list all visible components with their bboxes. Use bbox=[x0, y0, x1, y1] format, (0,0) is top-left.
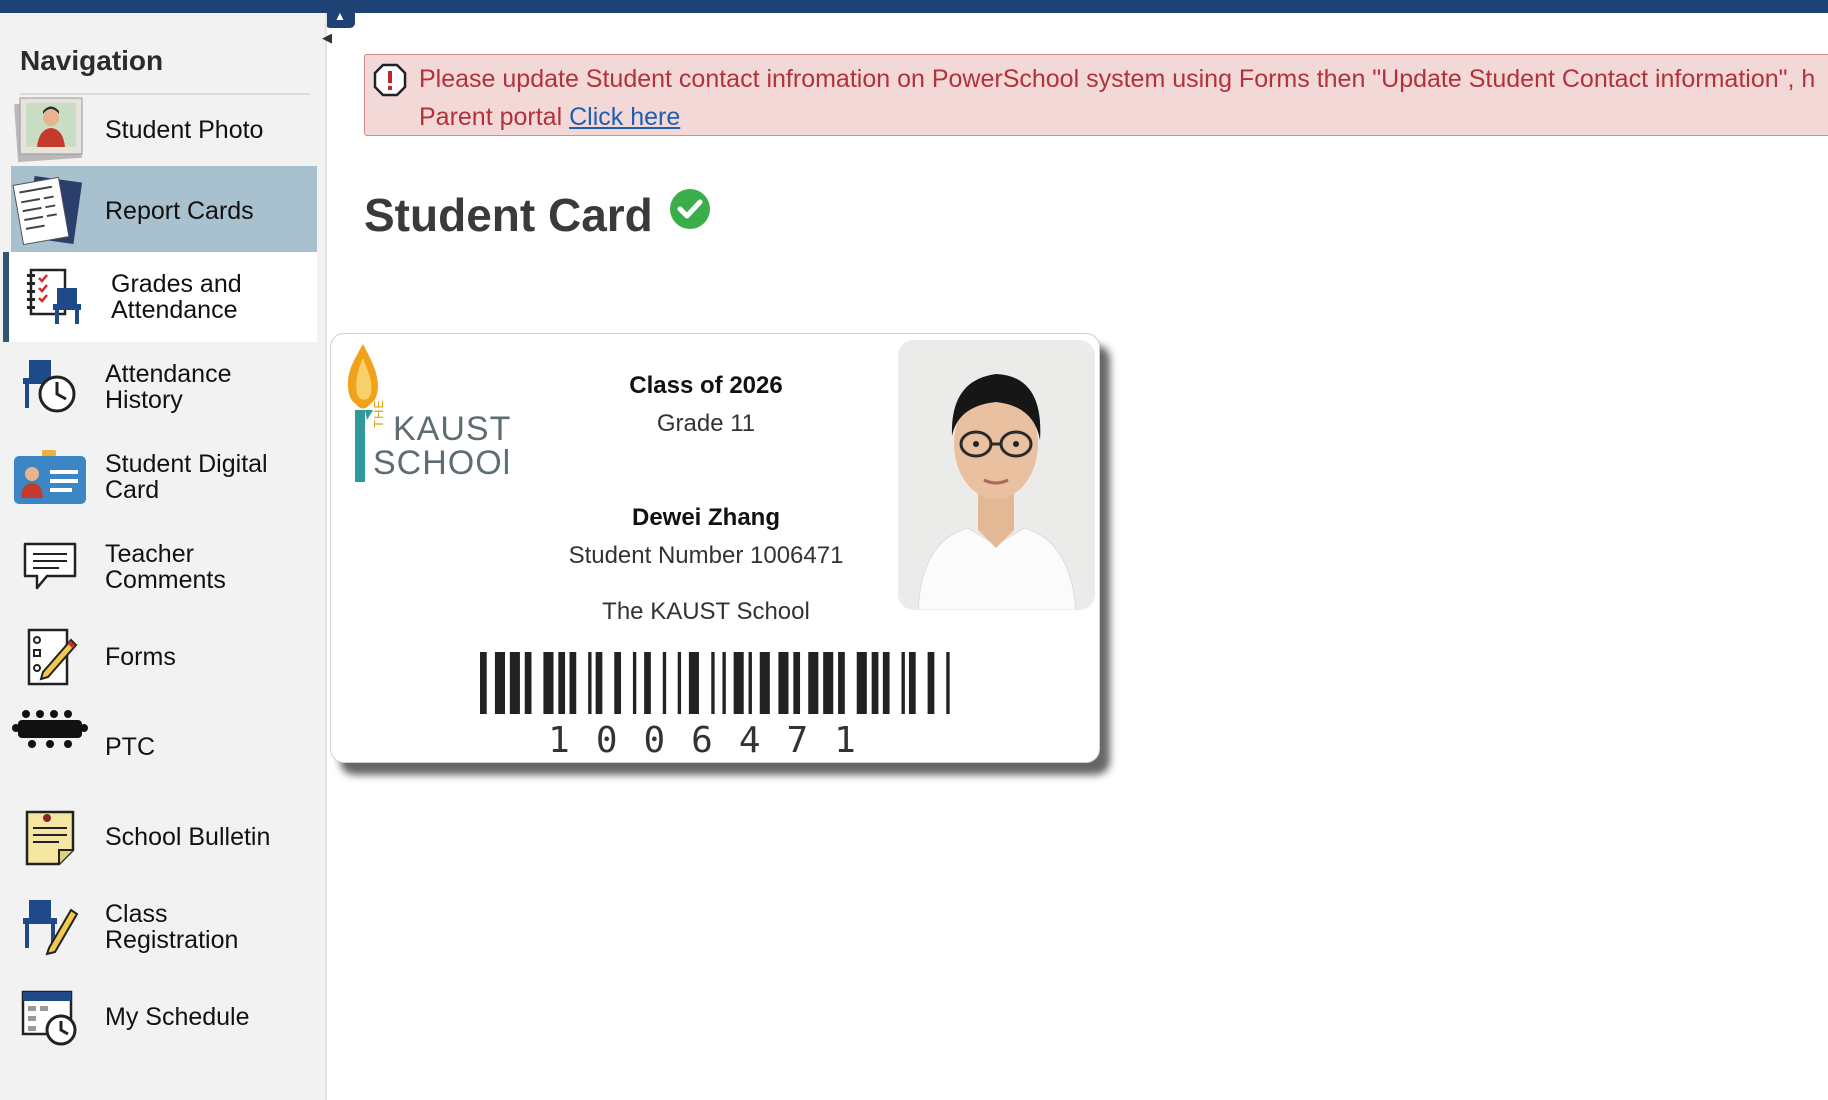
nav-item-attendance-history[interactable]: Attendance History bbox=[11, 342, 317, 432]
nav-item-my-schedule[interactable]: My Schedule bbox=[11, 972, 317, 1062]
speech-bubble-icon bbox=[11, 528, 89, 606]
barcode-bar bbox=[558, 652, 566, 714]
barcode-bar bbox=[908, 652, 916, 714]
barcode-bar bbox=[808, 652, 819, 714]
nav-item-student-digital-card[interactable]: Student Digital Card bbox=[11, 432, 317, 522]
nav-item-class-registration[interactable]: Class Registration bbox=[11, 882, 317, 972]
nav-item-teacher-comments[interactable]: Teacher Comments bbox=[11, 522, 317, 612]
alert-icon bbox=[373, 63, 407, 97]
class-registration-icon bbox=[11, 888, 89, 966]
barcode-bar bbox=[793, 652, 801, 714]
nav-label: Forms bbox=[105, 643, 176, 671]
barcode-bar bbox=[722, 652, 726, 714]
check-icon bbox=[670, 189, 710, 229]
student-photo bbox=[898, 340, 1095, 610]
nav-item-grades-attendance[interactable]: Grades and Attendance bbox=[3, 252, 317, 342]
nav-label: PTC bbox=[105, 733, 155, 761]
student-card: THE KAUST SCHOOl Class of 2026 Grade 11 … bbox=[330, 333, 1100, 763]
barcode-bar bbox=[748, 652, 752, 714]
barcode-bar bbox=[677, 652, 682, 714]
attendance-history-icon bbox=[11, 348, 89, 426]
barcode-bar bbox=[882, 652, 890, 714]
barcode-bar bbox=[871, 652, 879, 714]
schedule-icon bbox=[11, 978, 89, 1056]
student-photo-icon bbox=[11, 91, 89, 169]
alert-line-2-text: Parent portal bbox=[419, 103, 570, 131]
nav-label: My Schedule bbox=[105, 1003, 250, 1031]
barcode-bar bbox=[494, 652, 505, 714]
barcode bbox=[480, 652, 950, 714]
barcode-bar bbox=[595, 652, 603, 714]
barcode-bar bbox=[524, 652, 532, 714]
logo-school-text: SCHOOl bbox=[373, 444, 512, 482]
nav-item-student-photo[interactable]: Student Photo bbox=[11, 85, 317, 175]
logo-the: THE bbox=[371, 399, 386, 428]
barcode-bar bbox=[946, 652, 950, 714]
grades-attendance-icon bbox=[17, 258, 95, 336]
nav-item-forms[interactable]: Forms bbox=[11, 612, 317, 702]
barcode-bar bbox=[838, 652, 845, 714]
top-bar bbox=[0, 0, 1828, 13]
collapse-sidebar-icon[interactable]: ◀ bbox=[322, 30, 332, 46]
barcode-bar bbox=[644, 652, 651, 714]
nav-label: Attendance History bbox=[105, 360, 232, 414]
barcode-bar bbox=[901, 652, 905, 714]
barcode-bar bbox=[927, 652, 935, 714]
nav-label: Class Registration bbox=[105, 900, 239, 954]
forms-icon bbox=[11, 618, 89, 696]
grade: Grade 11 bbox=[656, 410, 756, 437]
barcode-bar bbox=[632, 652, 637, 714]
nav-item-school-bulletin[interactable]: School Bulletin bbox=[11, 792, 317, 882]
report-cards-icon bbox=[11, 172, 89, 250]
digital-card-icon bbox=[11, 438, 89, 516]
barcode-bar bbox=[759, 652, 770, 714]
barcode-bar bbox=[569, 652, 577, 714]
barcode-bar bbox=[614, 652, 621, 714]
barcode-bar bbox=[480, 652, 487, 714]
nav-label: Grades and Attendance bbox=[111, 270, 242, 324]
barcode-bar bbox=[733, 652, 744, 714]
student-number: Student Number 1006471 bbox=[568, 542, 844, 569]
barcode-bar bbox=[688, 652, 699, 714]
ptc-meeting-icon bbox=[11, 708, 89, 786]
alert-message: Please update Student contact infromatio… bbox=[419, 60, 1828, 136]
page-title: Student Card bbox=[364, 189, 653, 241]
barcode-bar bbox=[711, 652, 715, 714]
nav-item-ptc[interactable]: PTC bbox=[11, 702, 317, 792]
barcode-bar bbox=[778, 652, 789, 714]
school-name: The KAUST School bbox=[602, 598, 810, 625]
bulletin-icon bbox=[11, 798, 89, 876]
nav-label: Teacher Comments bbox=[105, 540, 226, 594]
barcode-bar bbox=[588, 652, 592, 714]
barcode-bar bbox=[823, 652, 834, 714]
barcode-number: 1006471 bbox=[548, 720, 882, 761]
barcode-bar bbox=[662, 652, 667, 714]
nav-label: School Bulletin bbox=[105, 823, 271, 851]
barcode-bar bbox=[509, 652, 520, 714]
alert-line-1: Please update Student contact infromatio… bbox=[419, 65, 1816, 93]
collapse-header-button[interactable]: ▲ bbox=[325, 6, 355, 28]
nav-item-report-cards[interactable]: Report Cards bbox=[11, 166, 317, 256]
nav-label: Report Cards bbox=[105, 197, 254, 225]
click-here-link[interactable]: Click here bbox=[569, 103, 680, 131]
alert-line-2: Parent portal Click here bbox=[419, 98, 1828, 136]
nav-label: Student Photo bbox=[105, 116, 264, 144]
class-of: Class of 2026 bbox=[629, 372, 783, 399]
nav-label: Student Digital Card bbox=[105, 450, 268, 504]
barcode-bar bbox=[543, 652, 554, 714]
sidebar: Navigation Student Photo Report Cards Gr… bbox=[0, 13, 327, 1100]
alert-banner: Please update Student contact infromatio… bbox=[364, 54, 1828, 136]
barcode-bar bbox=[856, 652, 867, 714]
student-name: Dewei Zhang bbox=[631, 504, 781, 531]
